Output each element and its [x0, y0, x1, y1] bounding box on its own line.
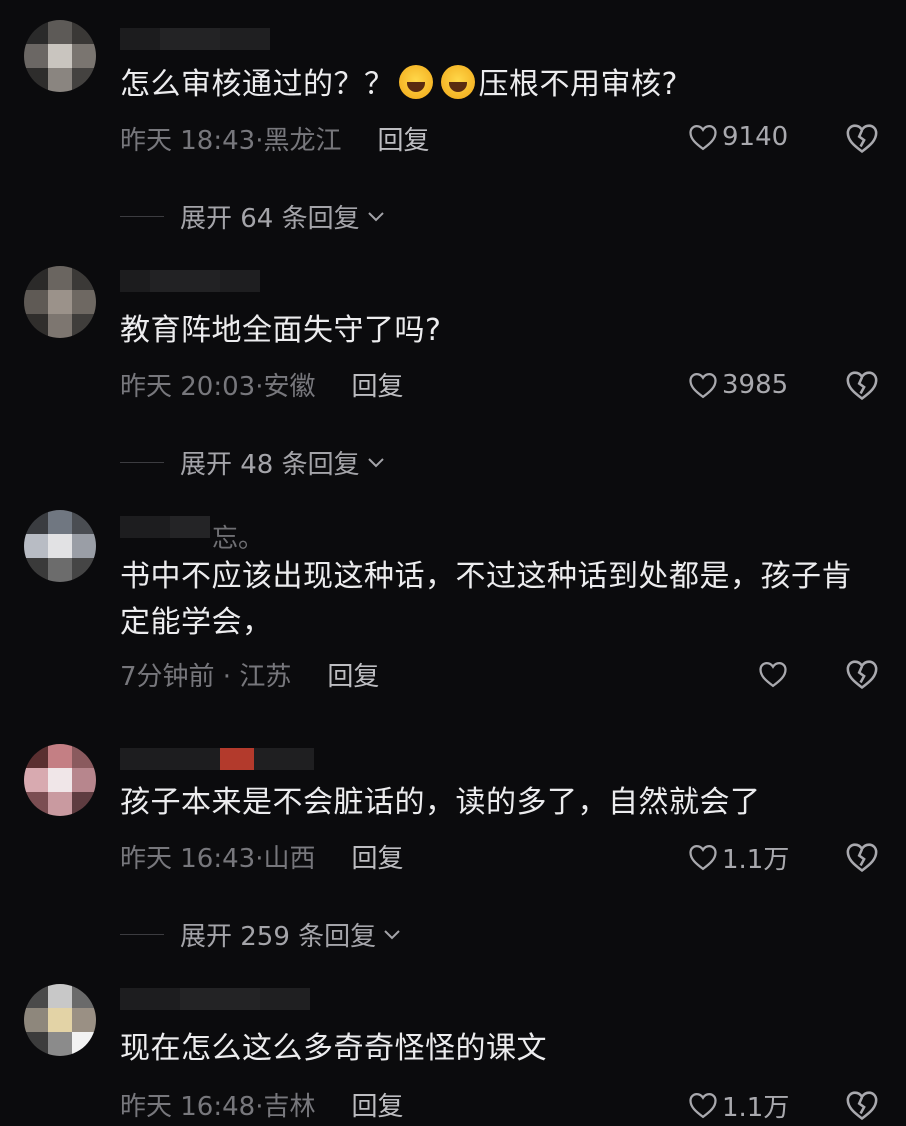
chevron-down-icon: [384, 929, 400, 939]
comment-text: 怎么审核通过的？？ 压根不用审核?: [120, 65, 678, 102]
expand-replies-button[interactable]: 展开 48 条回复: [120, 444, 386, 481]
heart-outline-icon: [689, 1092, 717, 1119]
chevron-down-icon: [367, 211, 384, 221]
comment-time: 昨天 18:43: [120, 126, 256, 156]
avatar[interactable]: [24, 744, 96, 816]
heart-outline-icon: [689, 372, 717, 399]
reply-button[interactable]: 回复: [351, 844, 403, 874]
like-count: 1.1万: [722, 844, 790, 875]
username-suffix: 忘。: [212, 524, 265, 554]
comment-meta: 7分钟前 · 江苏 回复: [120, 662, 380, 692]
comment-text: 现在怎么这么多奇奇怪怪的课文: [120, 1031, 547, 1066]
comment-time: 7分钟前: [120, 662, 215, 692]
username[interactable]: [120, 28, 270, 50]
comment-meta: 昨天 16:43·山西 回复: [120, 844, 404, 874]
broken-heart-icon[interactable]: [845, 1088, 879, 1122]
expand-replies-button[interactable]: 展开 259 条回复: [120, 916, 402, 953]
broken-heart-icon[interactable]: [845, 368, 879, 402]
username[interactable]: [120, 748, 314, 770]
avatar[interactable]: [24, 266, 96, 338]
avatar[interactable]: [24, 984, 96, 1056]
like-button[interactable]: 1.1万: [688, 840, 818, 875]
comment-location: 山西: [263, 844, 316, 874]
comment-location: 江苏: [239, 662, 292, 692]
like-count: 1.1万: [722, 1092, 790, 1123]
broken-heart-icon[interactable]: [845, 840, 879, 874]
expand-replies-button[interactable]: 展开 64 条回复: [120, 198, 386, 235]
comment-text: 孩子本来是不会脏话的，读的多了，自然就会了: [120, 785, 761, 820]
chevron-down-icon: [367, 457, 384, 467]
reply-button[interactable]: 回复: [351, 372, 403, 402]
like-button[interactable]: 9140: [688, 120, 818, 154]
like-count: 3985: [722, 370, 789, 400]
comment-meta: 昨天 16:48·吉林 回复: [120, 1092, 404, 1122]
avatar[interactable]: [24, 510, 96, 582]
broken-heart-icon[interactable]: [845, 657, 879, 691]
heart-outline-icon: [689, 844, 717, 871]
username[interactable]: [120, 516, 210, 538]
like-button[interactable]: 3985: [688, 368, 818, 402]
divider: [120, 216, 164, 217]
avatar[interactable]: [24, 20, 96, 92]
comment-meta: 昨天 20:03·安徽 回复: [120, 372, 404, 402]
reply-button[interactable]: 回复: [351, 1092, 403, 1122]
reply-button[interactable]: 回复: [327, 662, 379, 692]
reply-button[interactable]: 回复: [377, 126, 429, 156]
comment-time: 昨天 16:48: [120, 1092, 256, 1122]
comment-location: 吉林: [263, 1092, 316, 1122]
comment-text: 书中不应该出现这种话，不过这种话到处都是，孩子肯定能学会，: [120, 559, 852, 640]
divider: [120, 934, 164, 935]
laughing-crying-emoji-icon: [398, 65, 433, 99]
broken-heart-icon[interactable]: [845, 121, 879, 155]
username[interactable]: [120, 270, 260, 292]
laughing-crying-emoji-icon: [440, 65, 475, 99]
divider: [120, 462, 164, 463]
comment-location: 黑龙江: [263, 126, 342, 156]
like-button[interactable]: 1.1万: [688, 1088, 818, 1123]
comment-time: 昨天 16:43: [120, 844, 256, 874]
comment-location: 安徽: [263, 372, 316, 402]
comment-time: 昨天 20:03: [120, 372, 256, 402]
username[interactable]: [120, 988, 310, 1010]
comment-meta: 昨天 18:43·黑龙江 回复: [120, 126, 430, 156]
like-count: 9140: [722, 122, 789, 152]
comment-text: 教育阵地全面失守了吗?: [120, 313, 442, 348]
heart-outline-icon: [689, 124, 717, 151]
heart-outline-icon: [759, 661, 787, 688]
